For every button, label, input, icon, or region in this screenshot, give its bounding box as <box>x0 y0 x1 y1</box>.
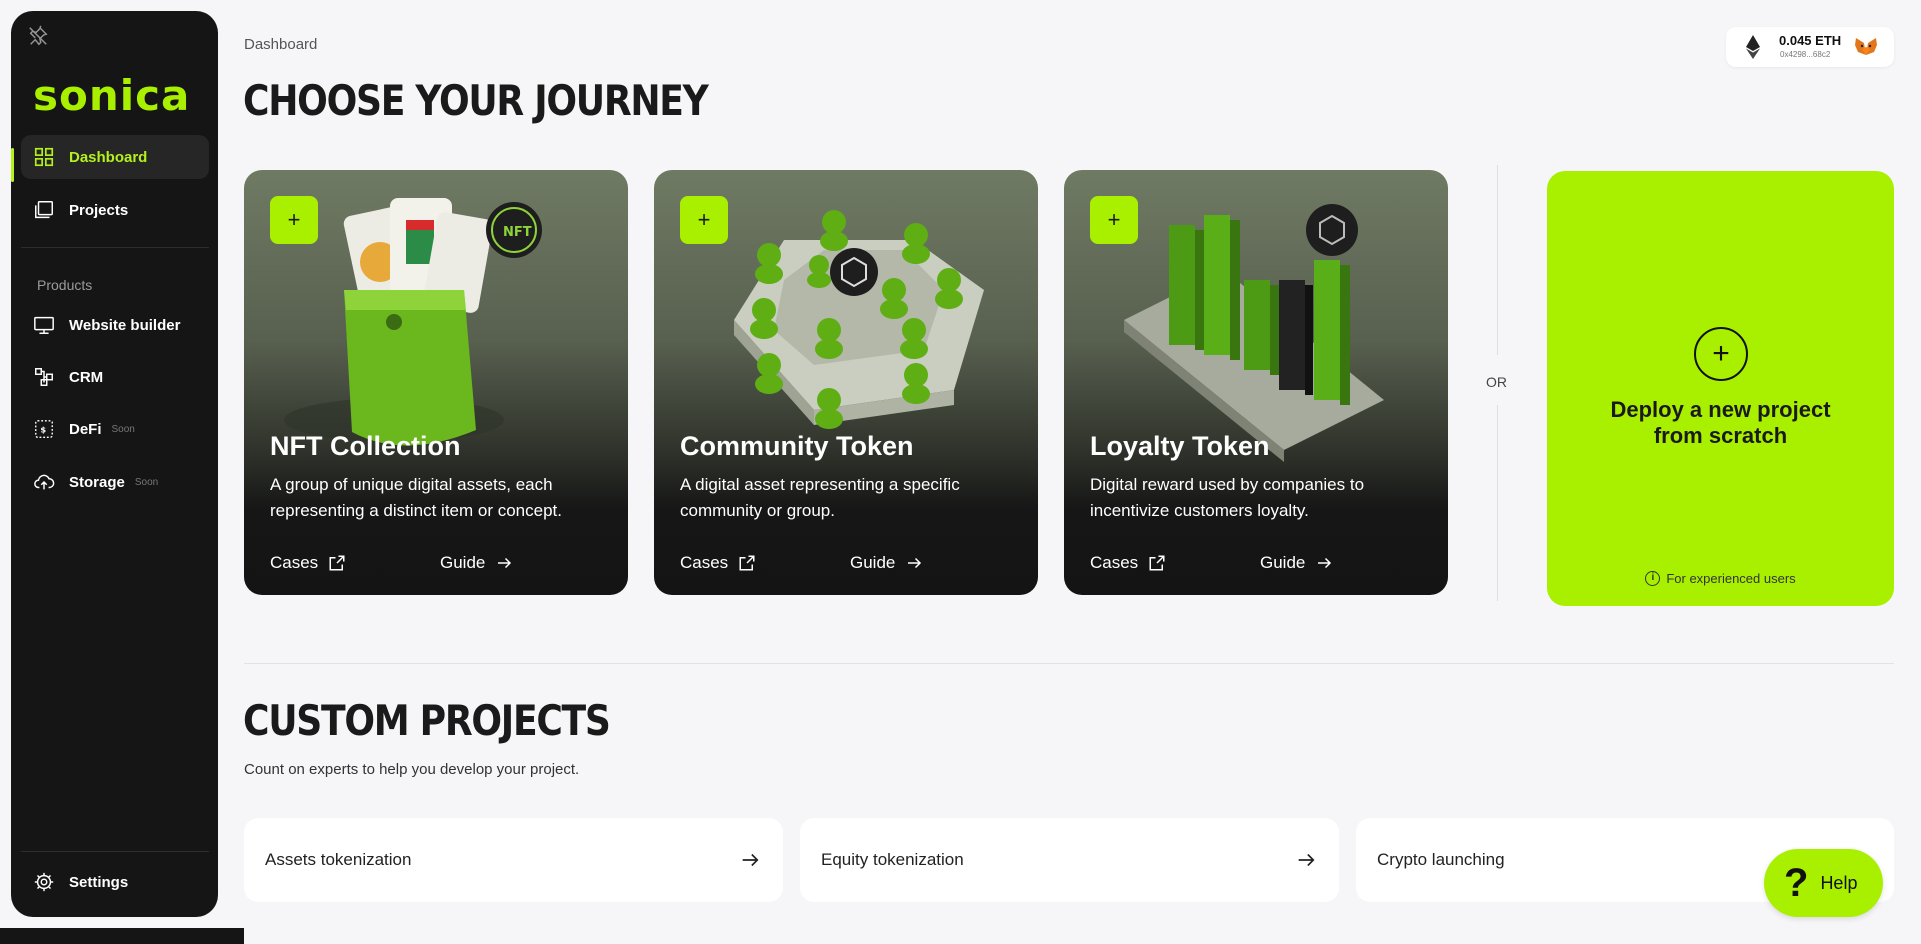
page-title: CHOOSE YOUR JOURNEY <box>243 76 709 125</box>
deploy-title: Deploy a new project from scratch <box>1547 397 1894 449</box>
sidebar: sonica Dashboard Projects Products Websi… <box>11 11 218 917</box>
card-description: A digital asset representing a specific … <box>680 475 960 520</box>
bottom-bar <box>0 928 244 944</box>
add-community-token-button[interactable]: + <box>680 196 728 244</box>
cases-label: Cases <box>270 553 319 572</box>
cases-label: Cases <box>1090 553 1139 572</box>
journey-card-loyalty-token[interactable]: + Loyalty Token Digital reward used by c… <box>1064 170 1448 595</box>
sidebar-item-defi[interactable]: $ DeFi Soon <box>21 407 209 451</box>
metamask-fox-icon <box>1855 38 1877 55</box>
sidebar-item-label: Projects <box>69 201 129 219</box>
or-label: OR <box>1486 374 1507 390</box>
deploy-note-text: For experienced users <box>1666 571 1796 586</box>
deploy-title-line: Deploy a new project <box>1610 397 1831 422</box>
soon-badge: Soon <box>111 423 135 435</box>
sidebar-divider <box>21 247 209 248</box>
custom-projects-subtitle: Count on experts to help you develop you… <box>244 761 580 778</box>
sidebar-item-settings[interactable]: Settings <box>21 860 209 904</box>
active-indicator <box>11 148 14 182</box>
info-icon: i <box>1645 571 1661 586</box>
arrow-right-icon <box>1318 557 1332 569</box>
defi-icon: $ <box>35 420 53 438</box>
section-divider <box>244 663 1894 664</box>
brand-logo[interactable]: sonica <box>33 75 190 117</box>
sidebar-item-label: Storage <box>69 473 125 491</box>
guide-label: Guide <box>850 553 896 572</box>
svg-text:NFT: NFT <box>503 225 532 240</box>
arrow-right-icon <box>742 853 759 867</box>
journey-card-nft-collection[interactable]: NFT + NFT Collection A group of unique d… <box>244 170 628 595</box>
sidebar-item-projects[interactable]: Projects <box>21 188 209 232</box>
external-link-icon <box>1149 555 1165 571</box>
cloud-upload-icon <box>34 474 55 490</box>
project-label: Equity tokenization <box>821 850 964 869</box>
monitor-icon <box>34 316 54 334</box>
cases-link[interactable]: Cases <box>1090 553 1166 573</box>
sidebar-item-label: Website builder <box>69 316 181 334</box>
guide-link[interactable]: Guide <box>1260 553 1333 573</box>
custom-project-equity-tokenization[interactable]: Equity tokenization <box>800 818 1339 902</box>
custom-project-assets-tokenization[interactable]: Assets tokenization <box>244 818 783 902</box>
products-section-label: Products <box>37 277 93 293</box>
sidebar-item-label: Settings <box>69 873 129 891</box>
sidebar-item-dashboard[interactable]: Dashboard <box>21 135 209 179</box>
deploy-title-line: from scratch <box>1653 423 1788 448</box>
sidebar-item-label: DeFi <box>69 420 102 438</box>
wallet-address: 0x4298...68c2 <box>1780 50 1831 59</box>
question-mark-icon: ? <box>1784 861 1809 905</box>
pin-icon[interactable] <box>27 25 49 47</box>
arrow-right-icon <box>1298 853 1315 867</box>
card-description: Digital reward used by companies to ince… <box>1090 475 1365 520</box>
sidebar-item-website-builder[interactable]: Website builder <box>21 303 209 347</box>
sidebar-item-storage[interactable]: Storage Soon <box>21 460 209 504</box>
help-label: Help <box>1820 872 1858 893</box>
project-label: Assets tokenization <box>265 850 412 869</box>
guide-label: Guide <box>1260 553 1306 572</box>
custom-projects-title: CUSTOM PROJECTS <box>243 696 611 745</box>
guide-label: Guide <box>440 553 486 572</box>
help-button[interactable]: ? Help <box>1764 849 1883 917</box>
add-nft-collection-button[interactable]: + <box>270 196 318 244</box>
sidebar-item-label: CRM <box>69 368 104 386</box>
plus-circle-icon: + <box>1694 327 1748 381</box>
journey-card-community-token[interactable]: + Community Token A digital asset repres… <box>654 170 1038 595</box>
deploy-note: i For experienced users <box>1547 571 1894 586</box>
guide-link[interactable]: Guide <box>440 553 513 573</box>
sidebar-divider <box>21 851 209 852</box>
folders-icon <box>35 201 53 219</box>
card-title: Community Token <box>680 431 914 461</box>
gear-icon <box>34 872 54 892</box>
cases-link[interactable]: Cases <box>270 553 346 573</box>
wallet-balance: 0.045 ETH <box>1779 33 1842 48</box>
cases-link[interactable]: Cases <box>680 553 756 573</box>
external-link-icon <box>329 555 345 571</box>
crm-icon <box>35 368 53 386</box>
wallet-badge[interactable]: 0.045 ETH 0x4298...68c2 <box>1726 27 1894 67</box>
grid-icon <box>34 147 54 167</box>
or-divider <box>1497 165 1498 355</box>
external-link-icon <box>739 555 755 571</box>
card-title: NFT Collection <box>270 431 461 461</box>
arrow-right-icon <box>908 557 922 569</box>
card-description: A group of unique digital assets, each r… <box>270 475 562 520</box>
add-loyalty-token-button[interactable]: + <box>1090 196 1138 244</box>
soon-badge: Soon <box>134 476 159 488</box>
breadcrumb[interactable]: Dashboard <box>244 36 317 53</box>
card-title: Loyalty Token <box>1090 431 1270 461</box>
sidebar-item-label: Dashboard <box>69 148 148 166</box>
or-divider <box>1497 405 1498 601</box>
svg-text:$: $ <box>40 425 46 435</box>
project-label: Crypto launching <box>1377 850 1505 869</box>
guide-link[interactable]: Guide <box>850 553 923 573</box>
sidebar-item-crm[interactable]: CRM <box>21 355 209 399</box>
ethereum-icon <box>1746 35 1760 59</box>
deploy-from-scratch-card[interactable]: + Deploy a new project from scratch i Fo… <box>1547 171 1894 606</box>
cases-label: Cases <box>680 553 729 572</box>
arrow-right-icon <box>498 557 512 569</box>
